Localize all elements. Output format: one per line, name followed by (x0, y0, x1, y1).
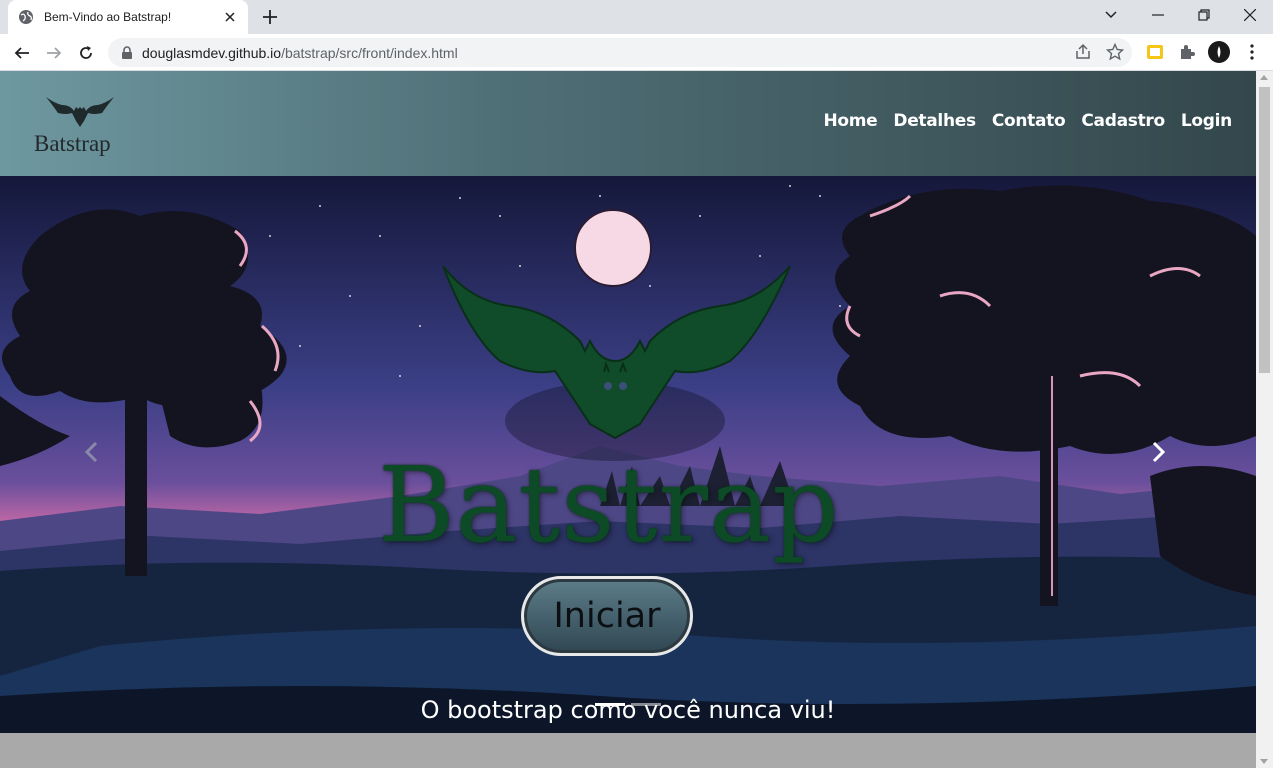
start-button-label: Iniciar (553, 596, 661, 636)
close-window-icon[interactable] (1227, 0, 1273, 30)
carousel-indicator-2[interactable] (631, 703, 661, 706)
page-scrollbar[interactable] (1256, 71, 1273, 768)
carousel-next-icon[interactable] (1152, 441, 1172, 471)
nav-contato[interactable]: Contato (992, 111, 1066, 131)
scroll-up-icon[interactable] (1260, 75, 1268, 80)
tab-search-icon[interactable] (1088, 0, 1134, 30)
bookmark-star-icon[interactable] (1106, 43, 1124, 61)
address-bar[interactable]: douglasmdev.github.io/batstrap/src/front… (108, 38, 1132, 67)
browser-toolbar: douglasmdev.github.io/batstrap/src/front… (0, 34, 1273, 71)
menu-kebab-icon[interactable] (1240, 40, 1264, 64)
share-icon[interactable] (1074, 43, 1092, 61)
forward-icon[interactable] (40, 39, 68, 67)
restore-icon[interactable] (1181, 0, 1227, 30)
hero-title: Batstrap (378, 444, 840, 566)
url-text: douglasmdev.github.io/batstrap/src/front… (142, 45, 458, 61)
minimize-icon[interactable] (1135, 0, 1181, 30)
carousel-prev-icon[interactable] (84, 441, 104, 471)
logo-text: Batstrap (34, 131, 111, 156)
lock-icon (122, 45, 132, 59)
back-icon[interactable] (8, 39, 36, 67)
bat-logo-icon (46, 97, 114, 127)
carousel-indicators (595, 703, 661, 706)
scroll-thumb[interactable] (1259, 87, 1270, 373)
carousel-caption: O bootstrap como você nunca viu! (420, 696, 836, 724)
extension-note-icon[interactable] (1143, 40, 1167, 64)
url-path: /batstrap/src/front/index.html (281, 44, 458, 61)
url-host: douglasmdev.github.io (142, 44, 282, 61)
nav-login[interactable]: Login (1181, 111, 1232, 131)
web-page: Batstrap Home Detalhes Contato Cadastro … (0, 71, 1256, 768)
carousel-indicator-1[interactable] (595, 703, 625, 706)
hero-carousel: Batstrap Iniciar O bootstrap como você n… (0, 176, 1256, 733)
profile-avatar-icon[interactable] (1207, 40, 1231, 64)
start-button[interactable]: Iniciar (521, 576, 693, 656)
nav-detalhes[interactable]: Detalhes (893, 111, 976, 131)
tab-strip: Bem-Vindo ao Batstrap! (0, 0, 1273, 34)
tab-close-icon[interactable] (222, 9, 238, 25)
new-tab-icon[interactable] (258, 5, 282, 29)
site-logo[interactable]: Batstrap (30, 91, 130, 161)
nav-home[interactable]: Home (823, 111, 877, 131)
globe-icon (19, 10, 33, 24)
tab-title: Bem-Vindo ao Batstrap! (44, 10, 172, 24)
browser-tab[interactable]: Bem-Vindo ao Batstrap! (8, 0, 248, 34)
reload-icon[interactable] (72, 39, 100, 67)
extensions-puzzle-icon[interactable] (1175, 40, 1199, 64)
main-nav: Home Detalhes Contato Cadastro Login (823, 111, 1232, 131)
site-header: Batstrap Home Detalhes Contato Cadastro … (0, 71, 1256, 176)
scroll-down-icon[interactable] (1260, 759, 1268, 764)
nav-cadastro[interactable]: Cadastro (1081, 111, 1165, 131)
